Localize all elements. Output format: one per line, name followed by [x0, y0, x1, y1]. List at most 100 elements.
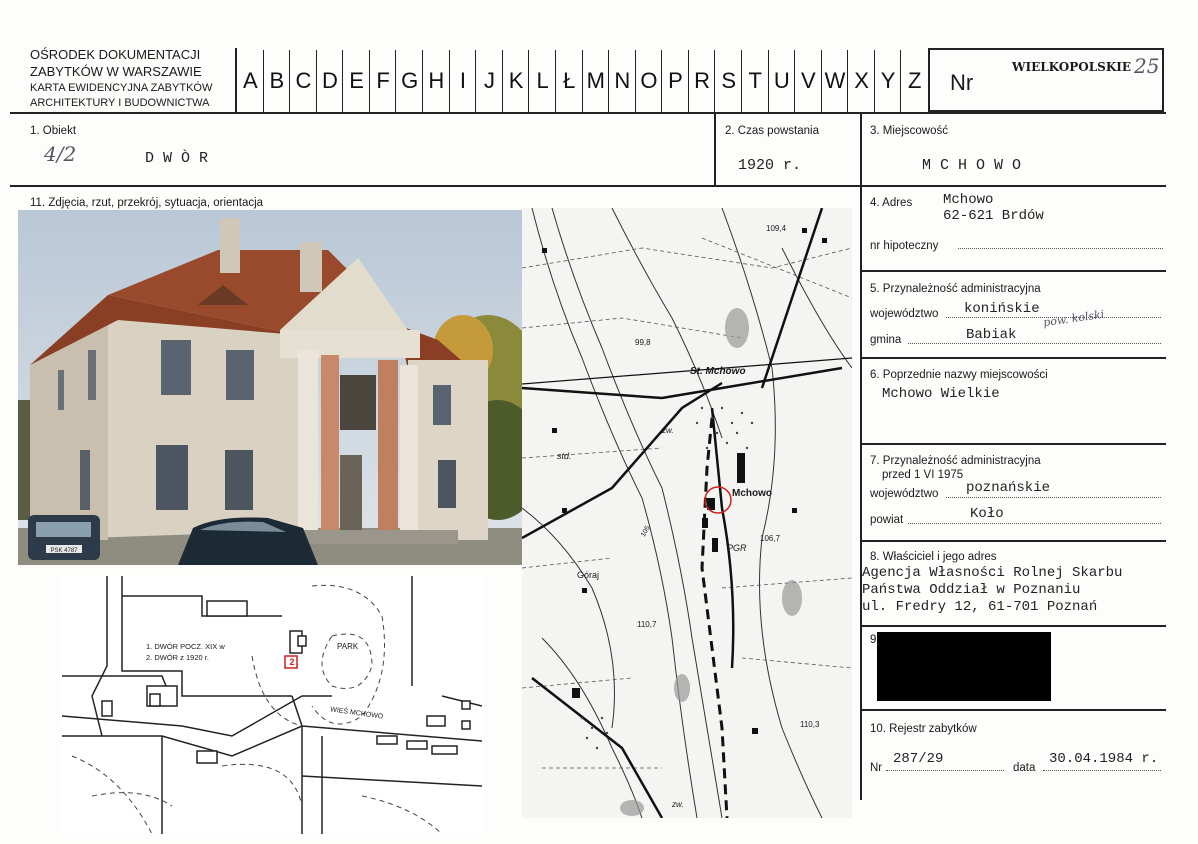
poprzednie-label: 6. Poprzednie nazwy miejscowości: [870, 369, 1048, 381]
wojewodztwo-value: konińskie: [964, 301, 1040, 317]
alphabet-letter: T: [740, 50, 769, 112]
alphabet-letter: M: [581, 50, 610, 112]
przynaleznosc-label: 5. Przynależność administracyjna: [870, 283, 1041, 295]
gmina-label: gmina: [870, 334, 902, 346]
przed1975-woj-label: województwo: [870, 488, 939, 500]
przed1975-woj-field: [946, 497, 1161, 498]
czas-value: 1920 r.: [738, 157, 802, 174]
map-label-998: 99,8: [635, 338, 651, 347]
wlasciciel-line-2: Państwa Oddział w Poznaniu: [862, 582, 1081, 598]
obiekt-value: D W Ò R: [145, 150, 209, 167]
wojewodztwo-label: województwo: [870, 308, 939, 320]
przed1975-label: 7. Przynależność administracyjna: [870, 455, 1041, 467]
rejestr-nr-label: Nr: [870, 762, 883, 774]
sketch-legend-1: 1. DWÓR POCZ. XIX w: [146, 642, 225, 651]
sketch-marker: 2: [289, 657, 295, 667]
institution-line-4: ARCHITEKTURY I BUDOWNICTWA: [30, 97, 210, 109]
alphabet-letter: U: [767, 50, 796, 112]
institution-line-3: KARTA EWIDENCYJNA ZABYTKÓW: [30, 82, 213, 94]
map-label-zw2: zw.: [672, 800, 684, 809]
rejestr-data-label: data: [1013, 762, 1036, 774]
alphabet-letter: J: [475, 50, 503, 112]
zdjecia-label: 11. Zdjęcia, rzut, przekrój, sytuacja, o…: [30, 197, 264, 209]
map-label-pgr: PGR: [727, 543, 747, 553]
alphabet-letter: I: [448, 50, 477, 112]
rejestr-nr-value: 287/29: [893, 751, 944, 767]
map-label-mchowo: Mchowo: [732, 488, 772, 499]
rejestr-data-value: 30.04.1984 r.: [1049, 751, 1159, 767]
obiekt-hand-number: 4/2: [44, 142, 77, 166]
hipoteczny-label: nr hipoteczny: [870, 240, 939, 252]
nr-label: Nr: [950, 70, 974, 95]
map-label-1103: 110,3: [800, 720, 820, 729]
rejestr-nr-field: [886, 770, 1004, 771]
gmina-field: [908, 343, 1161, 344]
rejestr-data-field: [1043, 770, 1161, 771]
wlasciciel-line-1: Agencja Własności Rolnej Skarbu: [862, 565, 1123, 581]
przed1975-woj-value: poznańskie: [966, 480, 1051, 496]
alphabet-letter: K: [501, 50, 530, 112]
alphabet-letter: C: [289, 50, 317, 112]
map-label-1067: 106,7: [760, 534, 781, 543]
alphabet-letter: Y: [873, 50, 902, 112]
adres-label: 4. Adres: [870, 197, 913, 209]
alphabet-letter: H: [422, 50, 450, 112]
car-plate: PSK 4787: [50, 548, 78, 554]
map-label-1107: 110,7: [637, 620, 657, 629]
alphabet-letter: P: [661, 50, 689, 112]
alphabet-letter: D: [315, 50, 344, 112]
sketch-park-label: PARK: [337, 642, 359, 651]
alphabet-letter: L: [528, 50, 556, 112]
adres-line-1: Mchowo: [943, 192, 994, 208]
poprzednie-value: Mchowo Wielkie: [882, 386, 1000, 402]
topographic-map: 109,4 99,8 St. Mchowo zw. std. Mchowo 10…: [522, 208, 852, 818]
sketch-legend-2: 2. DWÓR z 1920 r.: [146, 653, 209, 662]
obiekt-label: 1. Obiekt: [30, 125, 77, 137]
institution-line-1: OŚRODEK DOKUMENTACJI: [30, 47, 201, 62]
alphabet-letter: F: [368, 50, 397, 112]
alphabet-letter: B: [262, 50, 291, 112]
nr-hand-number: 25: [1134, 54, 1160, 78]
alphabet-letter: N: [608, 50, 636, 112]
manor-photo: PSK 4787: [18, 210, 522, 565]
map-label-std: std.: [557, 451, 572, 461]
alphabet-letter: X: [847, 50, 875, 112]
przed1975-sublabel: przed 1 VI 1975: [882, 469, 964, 481]
adres-line-2: 62-621 Brdów: [943, 208, 1044, 224]
alphabet-letter: A: [236, 50, 264, 112]
powiat-field: [908, 523, 1161, 524]
alphabet-letter: E: [342, 50, 370, 112]
wlasciciel-label: 8. Właściciel i jego adres: [870, 551, 997, 563]
alphabet-letter: S: [714, 50, 742, 112]
map-label-zw1: zw.: [662, 426, 674, 435]
miejscowosc-value: M C H O W O: [922, 157, 1022, 174]
hipoteczny-field: [958, 248, 1163, 249]
alphabet-letter: W: [820, 50, 849, 112]
alphabet-letter: Z: [900, 50, 928, 112]
gmina-value: Babiak: [966, 327, 1017, 343]
map-label-1094: 109,4: [766, 224, 787, 233]
alphabet-letter: Ł: [554, 50, 583, 112]
czas-label: 2. Czas powstania: [725, 125, 819, 137]
redacted-block: [877, 632, 1051, 701]
map-label-st-mchowo: St. Mchowo: [690, 366, 746, 377]
map-label-goraj: Góraj: [577, 570, 600, 580]
record-card: OŚRODEK DOKUMENTACJI ZABYTKÓW W WARSZAWI…: [0, 0, 1198, 844]
miejscowosc-label: 3. Miejscowość: [870, 125, 948, 137]
institution-line-2: ZABYTKÓW W WARSZAWIE: [30, 64, 202, 79]
alphabet-letter: V: [794, 50, 822, 112]
nr-box: Nr WIELKOPOLSKIE 25: [928, 48, 1164, 112]
alphabet-letter: G: [395, 50, 423, 112]
powiat-label: powiat: [870, 514, 904, 526]
alphabet-letter: O: [634, 50, 663, 112]
alphabet-letter: R: [687, 50, 716, 112]
nr-region: WIELKOPOLSKIE: [1012, 60, 1132, 74]
gmina-hand-note: pow. kolski: [1042, 307, 1106, 330]
powiat-value: Koło: [970, 506, 1004, 522]
rejestr-label: 10. Rejestr zabytków: [870, 723, 977, 735]
manor-photo-image: PSK 4787: [18, 210, 522, 565]
site-plan-drawing: [62, 576, 482, 834]
site-plan-sketch: 1. DWÓR POCZ. XIX w 2. DWÓR z 1920 r. PA…: [62, 576, 482, 834]
wlasciciel-line-3: ul. Fredry 12, 61-701 Poznań: [862, 599, 1098, 615]
section-9-label: 9: [870, 634, 877, 646]
